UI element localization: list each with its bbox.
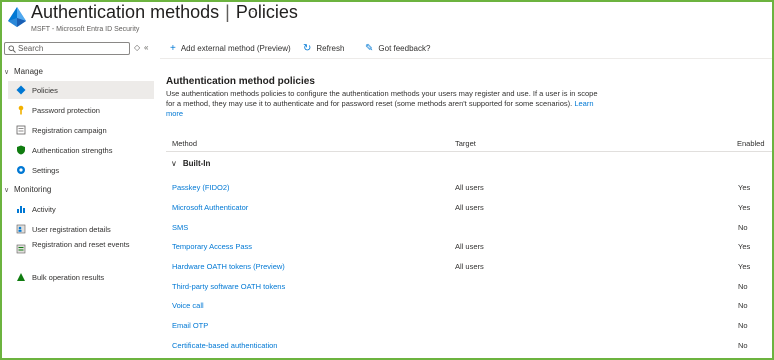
policy-icon (16, 85, 26, 95)
bulk-icon (17, 273, 25, 281)
sidebar-item-label: Registration and reset events (32, 240, 130, 249)
nav-group-label: Manage (14, 67, 43, 76)
target-cell: All users (455, 203, 484, 212)
list-icon (16, 125, 26, 135)
target-cell: All users (455, 262, 484, 271)
group-label: Built-In (182, 159, 211, 168)
table-row[interactable]: Certificate-based authentication No (166, 339, 772, 359)
nav-group-monitoring[interactable]: ∨ Monitoring (4, 185, 51, 194)
enabled-cell: Yes (738, 262, 751, 271)
method-link[interactable]: Hardware OATH tokens (Preview) (172, 262, 285, 271)
shield-icon (17, 145, 25, 155)
sidebar-item-policies[interactable]: Policies (8, 81, 154, 99)
table-row[interactable]: Temporary Access Pass All users Yes (166, 240, 772, 260)
group-header-built-in[interactable]: ∨ Built-In (171, 159, 210, 168)
enabled-cell: No (738, 282, 748, 291)
sidebar-item-bulk-operation-results[interactable]: Bulk operation results (8, 268, 154, 286)
activity-icon (17, 206, 25, 213)
table-row[interactable]: Hardware OATH tokens (Preview) All users… (166, 260, 772, 280)
description-text: Use authentication methods policies to c… (166, 89, 598, 108)
more-options-icon[interactable]: ··· (248, 6, 258, 17)
collapse-nav-icon[interactable]: « (144, 43, 148, 52)
sidebar-item-label: User registration details (32, 225, 111, 234)
enabled-cell: No (738, 223, 748, 232)
sidebar-item-settings[interactable]: Settings (8, 161, 154, 179)
plus-icon: + (170, 43, 176, 54)
feedback-icon: ✎ (365, 43, 374, 54)
add-external-method-button[interactable]: + Add external method (Preview) (170, 43, 291, 54)
enabled-cell: Yes (738, 183, 751, 192)
search-input[interactable]: Search (4, 42, 130, 55)
section-heading: Authentication method policies (166, 76, 315, 87)
method-link[interactable]: Microsoft Authenticator (172, 203, 248, 212)
user-list-icon (16, 224, 26, 234)
enabled-cell: Yes (738, 242, 751, 251)
sidebar-item-label: Settings (32, 166, 60, 175)
method-link[interactable]: Third-party software OATH tokens (172, 282, 285, 291)
nav-group-manage[interactable]: ∨ Manage (4, 67, 43, 76)
sidebar-item-registration-campaign[interactable]: Registration campaign (8, 121, 154, 139)
toolbar-label: Got feedback? (378, 44, 431, 53)
chevron-down-icon: ∨ (171, 159, 177, 168)
search-icon (8, 45, 16, 53)
target-cell: All users (455, 242, 484, 251)
title-main: Authentication methods (31, 2, 220, 22)
enabled-cell: Yes (738, 203, 751, 212)
sidebar-item-registration-reset-events[interactable]: Registration and reset events (8, 240, 154, 258)
gear-icon (17, 166, 25, 174)
key-icon (18, 105, 24, 115)
sidebar-item-label: Password protection (32, 106, 100, 115)
column-header-target[interactable]: Target (455, 139, 476, 148)
expand-collapse-icon[interactable]: ◇ (134, 43, 140, 52)
table-row[interactable]: SMS No (166, 221, 772, 241)
sidebar-item-password-protection[interactable]: Password protection (8, 101, 154, 119)
events-icon (16, 244, 26, 254)
method-link[interactable]: SMS (172, 223, 188, 232)
column-header-method[interactable]: Method (172, 139, 197, 148)
method-link[interactable]: Voice call (172, 301, 204, 310)
sidebar-item-label: Policies (32, 86, 58, 95)
title-page: Policies (235, 2, 298, 22)
enabled-cell: No (738, 341, 748, 350)
sidebar-item-activity[interactable]: Activity (8, 200, 154, 218)
toolbar-label: Add external method (Preview) (180, 44, 291, 53)
title-separator: | (225, 2, 230, 22)
header-divider (166, 151, 772, 152)
table-row[interactable]: Voice call No (166, 299, 772, 319)
page-subtitle: MSFT - Microsoft Entra ID Security (31, 26, 140, 33)
sidebar-item-user-registration-details[interactable]: User registration details (8, 220, 154, 238)
section-description: Use authentication methods policies to c… (166, 89, 606, 119)
entra-logo-icon (8, 7, 26, 27)
feedback-button[interactable]: ✎ Got feedback? (365, 43, 430, 54)
sidebar-item-label: Bulk operation results (32, 273, 105, 282)
refresh-icon: ↻ (303, 43, 312, 54)
method-link[interactable]: Passkey (FIDO2) (172, 183, 230, 192)
refresh-button[interactable]: ↻ Refresh (303, 43, 344, 54)
sidebar-item-authentication-strengths[interactable]: Authentication strengths (8, 141, 154, 159)
method-link[interactable]: Temporary Access Pass (172, 242, 252, 251)
chevron-down-icon: ∨ (4, 187, 10, 194)
sidebar-item-label: Authentication strengths (32, 146, 113, 155)
sidebar-item-label: Activity (32, 205, 56, 214)
table-row[interactable]: Passkey (FIDO2) All users Yes (166, 181, 772, 201)
toolbar-divider (160, 58, 772, 59)
chevron-down-icon: ∨ (4, 69, 10, 76)
toolbar-label: Refresh (316, 44, 345, 53)
search-placeholder: Search (18, 44, 44, 53)
table-row[interactable]: Email OTP No (166, 319, 772, 339)
table-row[interactable]: Microsoft Authenticator All users Yes (166, 201, 772, 221)
enabled-cell: No (738, 301, 748, 310)
target-cell: All users (455, 183, 484, 192)
table-row[interactable]: Third-party software OATH tokens No (166, 280, 772, 300)
nav-group-label: Monitoring (14, 185, 52, 194)
sidebar-item-label: Registration campaign (32, 126, 107, 135)
method-link[interactable]: Certificate-based authentication (172, 341, 277, 350)
method-link[interactable]: Email OTP (172, 321, 208, 330)
column-header-enabled[interactable]: Enabled (737, 139, 765, 148)
enabled-cell: No (738, 321, 748, 330)
